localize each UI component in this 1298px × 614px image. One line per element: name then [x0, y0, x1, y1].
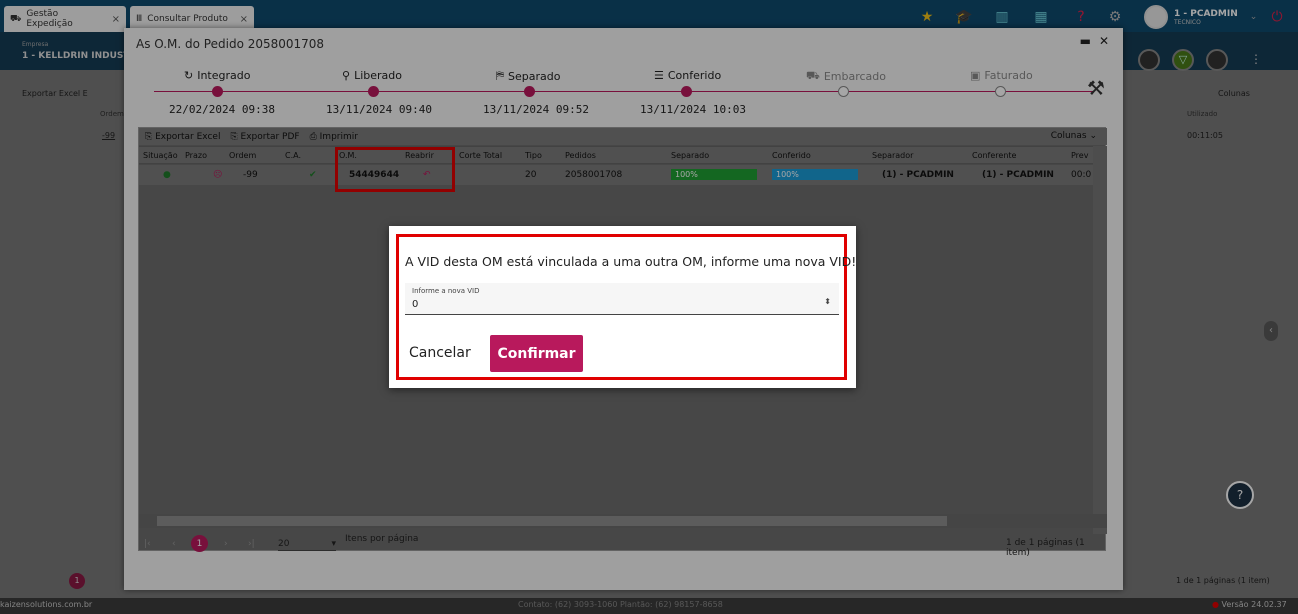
spinner-icon[interactable]: ⬍ — [824, 297, 831, 306]
vid-field[interactable]: Informe a nova VID ⬍ — [405, 283, 839, 315]
vid-field-label: Informe a nova VID — [412, 287, 480, 295]
new-vid-modal: A VID desta OM está vinculada a uma outr… — [389, 226, 856, 388]
confirm-button[interactable]: Confirmar — [490, 335, 583, 372]
modal-message: A VID desta OM está vinculada a uma outr… — [405, 254, 857, 269]
cancel-button[interactable]: Cancelar — [409, 335, 489, 371]
vid-input[interactable] — [412, 297, 812, 311]
